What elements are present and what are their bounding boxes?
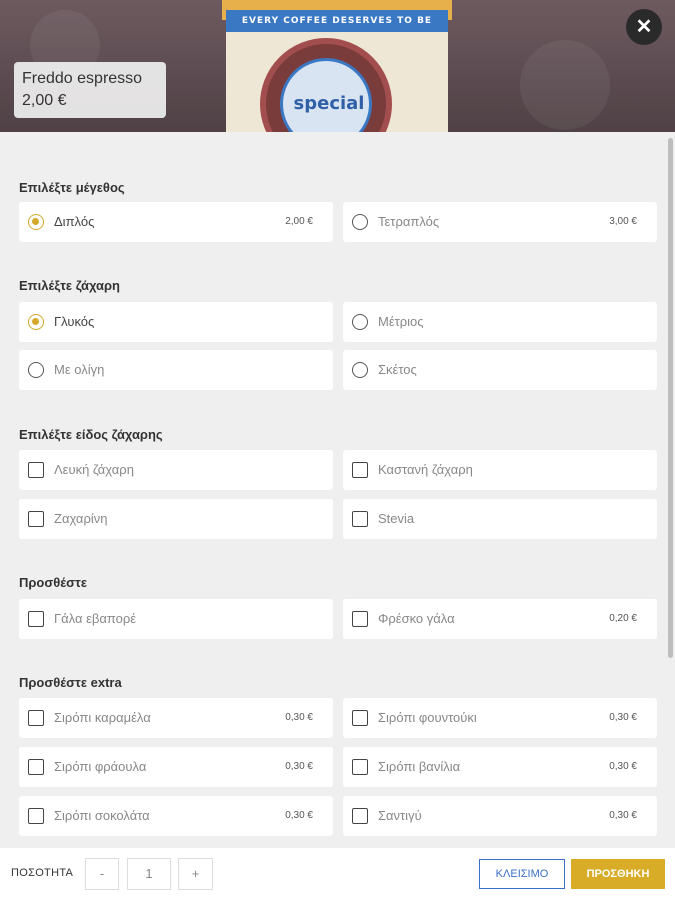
option-price: 0,30 € (609, 810, 637, 821)
add-button[interactable]: ΠΡΟΣΘΗΚΗ (571, 859, 665, 889)
option-brown-sugar[interactable]: Καστανή ζάχαρη (343, 450, 657, 490)
option-sugar-medium[interactable]: Μέτριος (343, 302, 657, 342)
option-label: Σαντιγύ (378, 808, 422, 823)
option-label: Μέτριος (378, 314, 424, 329)
close-button[interactable]: ΚΛΕΙΣΙΜΟ (479, 859, 565, 889)
option-saccharin[interactable]: Ζαχαρίνη (19, 499, 333, 539)
option-fresh-milk[interactable]: Φρέσκο γάλα 0,20 € (343, 599, 657, 639)
scrollbar[interactable] (668, 138, 673, 658)
quantity-minus-button[interactable]: - (85, 858, 119, 890)
checkbox-icon[interactable] (352, 462, 368, 478)
options-panel[interactable]: Επιλέξτε μέγεθος Διπλός 2,00 € Τετραπλός… (0, 132, 675, 848)
radio-icon[interactable] (28, 362, 44, 378)
option-price: 0,30 € (285, 712, 313, 723)
option-price: 0,20 € (609, 613, 637, 624)
option-label: Διπλός (54, 214, 95, 229)
checkbox-icon[interactable] (352, 808, 368, 824)
checkbox-icon[interactable] (28, 759, 44, 775)
checkbox-icon[interactable] (28, 611, 44, 627)
option-whipped-cream[interactable]: Σαντιγύ 0,30 € (343, 796, 657, 836)
checkbox-icon[interactable] (352, 759, 368, 775)
radio-selected-icon[interactable] (28, 314, 44, 330)
option-price: 0,30 € (609, 712, 637, 723)
option-price: 2,00 € (285, 216, 313, 227)
option-label: Γάλα εβαπορέ (54, 611, 137, 626)
option-chocolate-syrup[interactable]: Σιρόπι σοκολάτα 0,30 € (19, 796, 333, 836)
checkbox-icon[interactable] (352, 511, 368, 527)
option-size-double[interactable]: Διπλός 2,00 € (19, 202, 333, 242)
option-size-quad[interactable]: Τετραπλός 3,00 € (343, 202, 657, 242)
option-strawberry-syrup[interactable]: Σιρόπι φράουλα 0,30 € (19, 747, 333, 787)
option-price: 3,00 € (609, 216, 637, 227)
option-label: Τετραπλός (378, 214, 440, 229)
option-label: Καστανή ζάχαρη (378, 462, 473, 477)
quantity-input[interactable]: 1 (127, 858, 171, 890)
checkbox-icon[interactable] (352, 611, 368, 627)
option-evaporated-milk[interactable]: Γάλα εβαπορέ (19, 599, 333, 639)
option-white-sugar[interactable]: Λευκή ζάχαρη (19, 450, 333, 490)
option-vanilla-syrup[interactable]: Σιρόπι βανίλια 0,30 € (343, 747, 657, 787)
option-label: Stevia (378, 511, 415, 526)
option-label: Με ολίγη (54, 362, 105, 377)
section-title-add: Προσθέστε (19, 575, 88, 590)
option-label: Σιρόπι σοκολάτα (54, 808, 150, 823)
radio-icon[interactable] (352, 214, 368, 230)
option-label: Σιρόπι καραμέλα (54, 710, 151, 725)
product-name: Freddo espresso (22, 70, 143, 87)
checkbox-icon[interactable] (28, 808, 44, 824)
checkbox-icon[interactable] (28, 710, 44, 726)
section-title-sugar: Επιλέξτε ζάχαρη (19, 278, 120, 293)
option-price: 0,30 € (285, 761, 313, 772)
option-caramel-syrup[interactable]: Σιρόπι καραμέλα 0,30 € (19, 698, 333, 738)
option-stevia[interactable]: Stevia (343, 499, 657, 539)
option-sugar-little[interactable]: Με ολίγη (19, 350, 333, 390)
product-price: 2,00 € (22, 92, 67, 109)
product-image: EVERY COFFEE DESERVES TO BE SPECIAL spec… (0, 0, 675, 132)
option-label: Λευκή ζάχαρη (54, 462, 134, 477)
section-title-sugar-type: Επιλέξτε είδος ζάχαρης (19, 427, 163, 442)
option-label: Σιρόπι φουντούκι (378, 710, 477, 725)
checkbox-icon[interactable] (28, 462, 44, 478)
checkbox-icon[interactable] (352, 710, 368, 726)
option-label: Σιρόπι φράουλα (54, 759, 147, 774)
section-title-size: Επιλέξτε μέγεθος (19, 180, 125, 195)
option-label: Γλυκός (54, 314, 95, 329)
radio-icon[interactable] (352, 362, 368, 378)
option-label: Ζαχαρίνη (54, 511, 108, 526)
option-label: Σιρόπι βανίλια (378, 759, 461, 774)
close-icon[interactable]: ✕ (626, 9, 662, 45)
quantity-label: ΠΟΣΟΤΗΤΑ (11, 867, 74, 879)
radio-icon[interactable] (352, 314, 368, 330)
option-hazelnut-syrup[interactable]: Σιρόπι φουντούκι 0,30 € (343, 698, 657, 738)
option-price: 0,30 € (285, 810, 313, 821)
section-title-extra: Προσθέστε extra (19, 675, 122, 690)
radio-selected-icon[interactable] (28, 214, 44, 230)
footer-bar: ΠΟΣΟΤΗΤΑ - 1 + ΚΛΕΙΣΙΜΟ ΠΡΟΣΘΗΚΗ (0, 848, 675, 900)
option-price: 0,30 € (609, 761, 637, 772)
option-label: Σκέτος (378, 362, 417, 377)
option-sugar-none[interactable]: Σκέτος (343, 350, 657, 390)
option-label: Φρέσκο γάλα (378, 611, 455, 626)
coffee-cup-image: EVERY COFFEE DESERVES TO BE SPECIAL spec… (222, 0, 452, 132)
option-sugar-sweet[interactable]: Γλυκός (19, 302, 333, 342)
cup-band-text: EVERY COFFEE DESERVES TO BE SPECIAL (226, 10, 448, 48)
checkbox-icon[interactable] (28, 511, 44, 527)
product-title-card: Freddo espresso 2,00 € (14, 62, 166, 118)
cup-logo-text: special (293, 93, 365, 114)
quantity-plus-button[interactable]: + (178, 858, 213, 890)
